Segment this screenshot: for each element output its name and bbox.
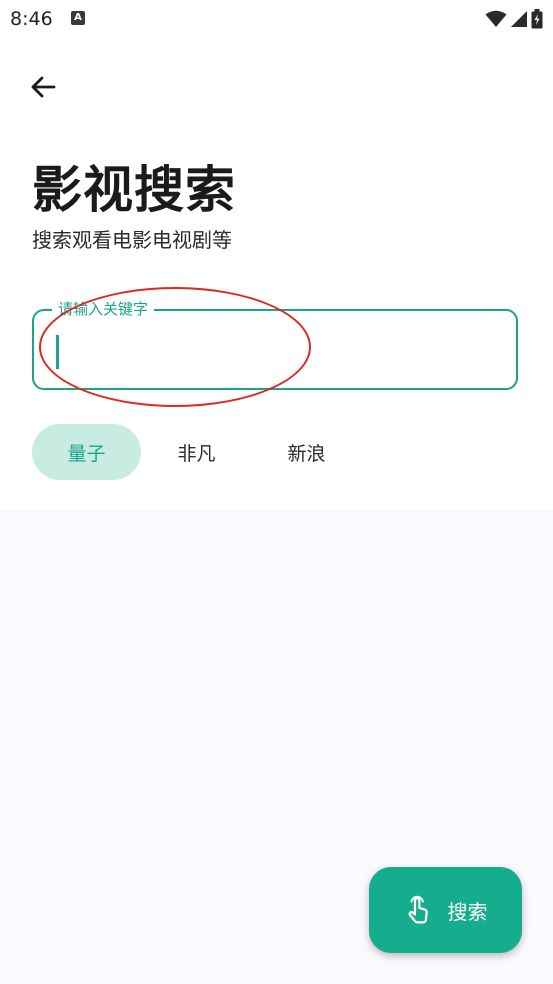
search-field[interactable]: 请输入关键字 — [32, 299, 518, 390]
page-title: 影视搜索 — [32, 161, 236, 219]
back-button[interactable] — [26, 70, 60, 104]
notification-icon: A — [71, 11, 85, 25]
search-fab-button[interactable]: 搜索 — [369, 867, 522, 953]
back-arrow-icon — [31, 76, 56, 98]
battery-icon — [531, 9, 543, 29]
page-subtitle: 搜索观看电影电视剧等 — [32, 228, 232, 252]
search-input[interactable] — [54, 327, 498, 375]
search-fab-label: 搜索 — [447, 899, 488, 924]
text-caret — [56, 335, 59, 369]
tap-hand-icon — [408, 895, 428, 924]
source-tab-feifan[interactable]: 非凡 — [142, 424, 251, 480]
source-tab-liangzi[interactable]: 量子 — [32, 424, 141, 480]
status-bar: 8:46 A — [0, 0, 553, 40]
status-time: 8:46 — [10, 8, 53, 30]
source-tab-xinlang[interactable]: 新浪 — [252, 424, 361, 480]
signal-icon — [511, 11, 527, 27]
search-field-label: 请输入关键字 — [52, 299, 155, 319]
status-icons — [485, 9, 543, 29]
wifi-icon — [485, 10, 507, 27]
